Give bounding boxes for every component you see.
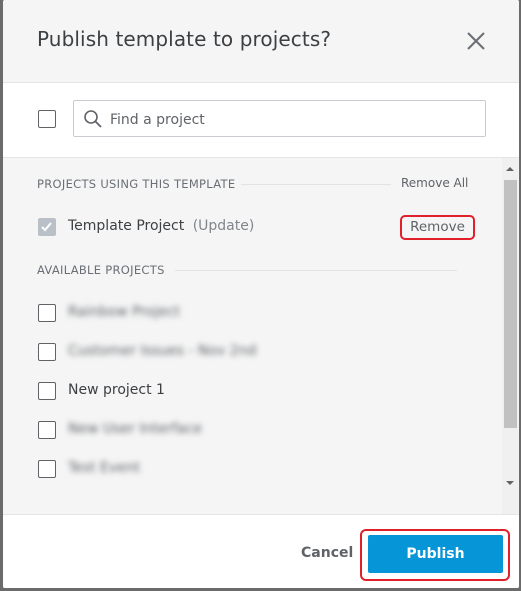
list-item: Test Event bbox=[68, 460, 141, 476]
dialog-title: Publish template to projects? bbox=[37, 27, 332, 51]
available-section-label: AVAILABLE PROJECTS bbox=[37, 263, 165, 277]
project-checkbox[interactable] bbox=[38, 304, 56, 322]
scrollbar[interactable] bbox=[502, 158, 518, 514]
select-all-checkbox[interactable] bbox=[38, 110, 56, 128]
scroll-thumb[interactable] bbox=[504, 180, 517, 428]
list-item: Rainbow Project bbox=[68, 304, 181, 320]
remove-all-button[interactable]: Remove All bbox=[401, 176, 468, 190]
scroll-up-icon[interactable] bbox=[505, 164, 515, 174]
section-divider bbox=[175, 270, 457, 271]
list-item: Customer Issues - Nov 2nd bbox=[68, 343, 257, 359]
close-button[interactable] bbox=[461, 26, 491, 56]
scroll-down-icon[interactable] bbox=[505, 478, 515, 488]
project-checkbox[interactable] bbox=[38, 460, 56, 478]
publish-template-dialog: Publish template to projects? PROJECTS U… bbox=[3, 0, 519, 588]
remove-button[interactable]: Remove bbox=[400, 215, 475, 240]
project-checkbox[interactable] bbox=[38, 382, 56, 400]
project-name: Template Project bbox=[68, 218, 185, 234]
list-item: New project 1 bbox=[68, 382, 165, 398]
cancel-button[interactable]: Cancel bbox=[301, 545, 353, 561]
project-checkbox[interactable] bbox=[38, 343, 56, 361]
search-box bbox=[73, 100, 486, 138]
section-divider bbox=[241, 184, 391, 185]
close-icon bbox=[467, 32, 485, 50]
project-checkbox[interactable] bbox=[38, 421, 56, 439]
search-icon bbox=[84, 110, 102, 128]
template-project-checkbox[interactable] bbox=[38, 218, 56, 236]
publish-button[interactable]: Publish bbox=[368, 535, 503, 573]
list-item: Template Project (Update) bbox=[68, 218, 254, 234]
dialog-footer: Cancel Publish bbox=[3, 516, 519, 588]
update-link[interactable]: (Update) bbox=[193, 218, 255, 234]
list-item: New User Interface bbox=[68, 421, 203, 437]
search-row bbox=[3, 83, 519, 156]
check-icon bbox=[41, 222, 52, 232]
using-section-label: PROJECTS USING THIS TEMPLATE bbox=[37, 177, 236, 191]
project-list: PROJECTS USING THIS TEMPLATE Remove All … bbox=[3, 157, 519, 515]
search-input[interactable] bbox=[108, 101, 482, 138]
dialog-header: Publish template to projects? bbox=[3, 0, 519, 83]
